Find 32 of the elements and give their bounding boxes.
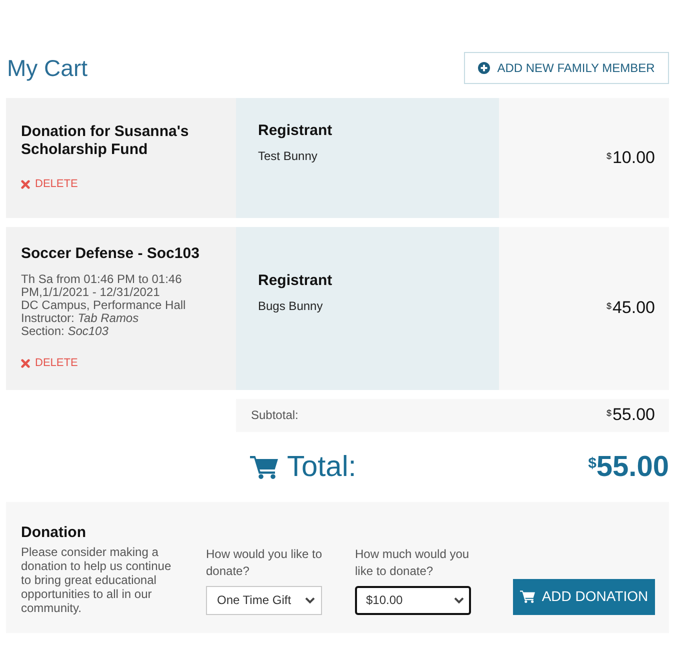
add-family-member-button[interactable]: ADD NEW FAMILY MEMBER	[464, 52, 669, 84]
add-donation-button[interactable]: ADD DONATION	[513, 578, 655, 614]
item-title: Donation for Susanna's Scholarship Fund	[21, 123, 190, 160]
chevron-down-icon	[454, 596, 464, 604]
close-icon	[21, 180, 30, 189]
plus-circle-icon	[478, 62, 490, 74]
total-label: Total:	[287, 450, 356, 482]
registrant-name: Test Bunny	[258, 149, 318, 164]
registrant-name: Bugs Bunny	[258, 299, 324, 314]
donation-title: Donation	[21, 524, 87, 542]
item-price: $^{$}$45.00	[606, 298, 655, 318]
close-icon	[21, 358, 30, 368]
item-detail: Th Sa from 01:46 PM to 01:46 PM,1/1/2021 - 12/31/2021	[21, 273, 183, 299]
dropdown[interactable]: One Time Gift	[206, 586, 322, 614]
subtotal-amount: $^{$}$55.00	[606, 405, 655, 425]
donation-description: Please consider making a donation to help us continue to bring great educational opportunities to all in our community.	[21, 544, 172, 614]
item-price: $^{$}$10.00	[606, 148, 655, 168]
subtotal-label: Subtotal:	[251, 407, 298, 424]
cart-icon	[520, 590, 535, 603]
item-detail: Instructor: Tab Ramos	[21, 312, 140, 325]
field-label: How would you like to donate?	[206, 546, 324, 580]
page-title: My Cart	[6, 54, 88, 82]
item-detail: Section: Soc103	[21, 325, 110, 338]
total-amount: $^{$}$55.00	[588, 450, 669, 482]
registrant-heading: Registrant	[258, 122, 334, 140]
item-detail: DC Campus, Performance Hall	[21, 299, 187, 312]
registrant-heading: Registrant	[258, 272, 334, 290]
cart-icon	[250, 454, 278, 478]
field-label: How much would you like to donate?	[355, 546, 470, 580]
chevron-down-icon	[305, 596, 315, 604]
item-title: Soccer Defense - Soc103	[21, 245, 200, 263]
dropdown[interactable]: $10.00	[355, 586, 471, 614]
